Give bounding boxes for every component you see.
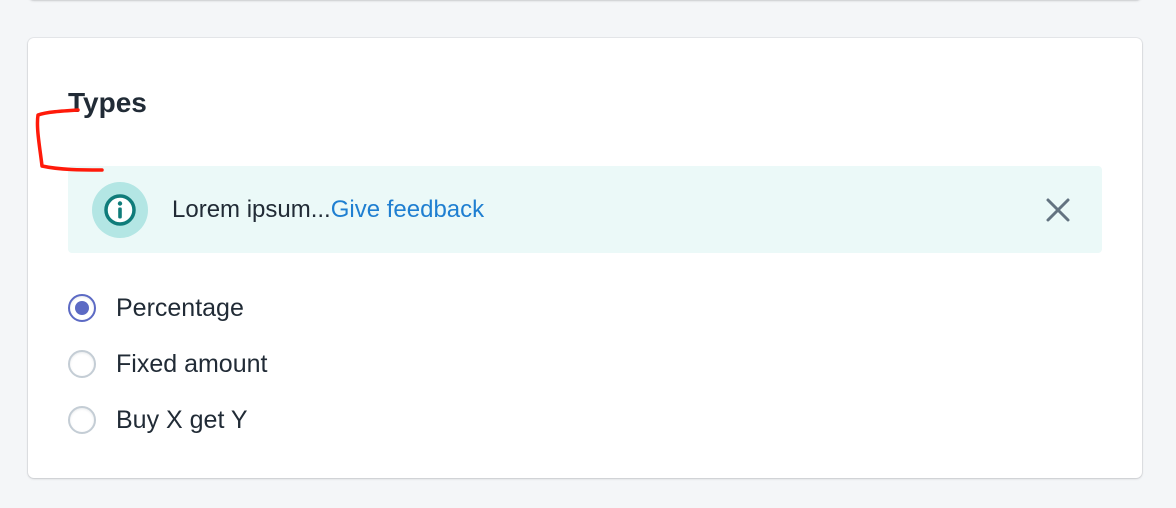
radio-label-buy-x-get-y: Buy X get Y [116, 406, 248, 434]
close-icon[interactable] [1042, 194, 1074, 226]
feedback-banner: Lorem ipsum...Give feedback [68, 166, 1102, 253]
radio-button-buy-x-get-y[interactable] [68, 406, 96, 434]
radio-label-percentage: Percentage [116, 294, 244, 322]
radio-option-buy-x-get-y[interactable]: Buy X get Y [68, 392, 267, 448]
radio-button-percentage[interactable] [68, 294, 96, 322]
radio-label-fixed-amount: Fixed amount [116, 350, 268, 378]
card-title: Types [68, 87, 147, 118]
types-card: Types Lorem ipsum...Give feedback Percen… [28, 38, 1142, 478]
radio-option-percentage[interactable]: Percentage [68, 280, 267, 336]
discount-type-radio-group: Percentage Fixed amount Buy X get Y [68, 280, 267, 448]
info-icon [92, 182, 148, 238]
radio-option-fixed-amount[interactable]: Fixed amount [68, 336, 267, 392]
banner-message: Lorem ipsum... [172, 196, 331, 223]
banner-text: Lorem ipsum...Give feedback [172, 194, 484, 226]
radio-button-fixed-amount[interactable] [68, 350, 96, 378]
radio-selected-dot [75, 301, 89, 315]
give-feedback-link[interactable]: Give feedback [331, 196, 484, 223]
